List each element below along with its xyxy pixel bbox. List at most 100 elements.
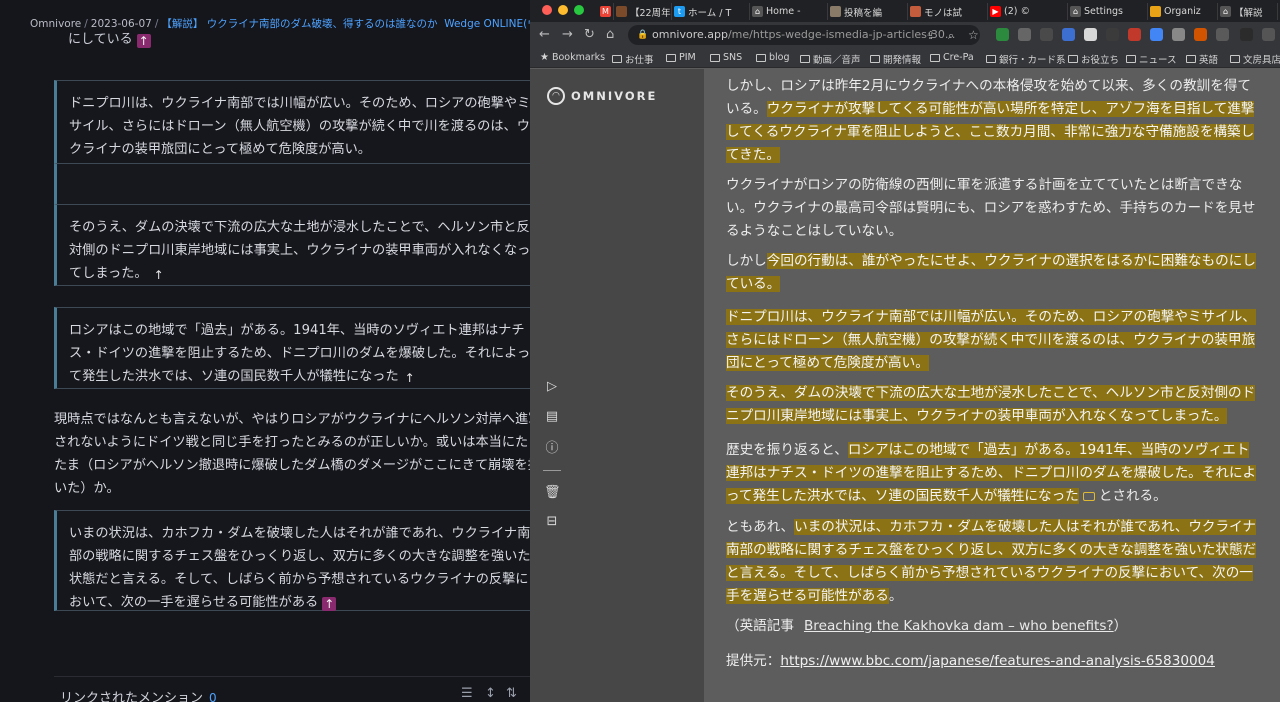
favicon [616,6,627,17]
back-icon[interactable]: ← [539,27,550,42]
trash-icon[interactable]: 🗑 [544,485,561,500]
quote-block[interactable]: ドニプロ川は、ウクライナ南部では川幅が広い。そのため、ロシアの砲撃やミサイル、さ… [54,80,530,164]
info-icon[interactable]: ⓘ [544,437,560,456]
browser-tab[interactable]: Organiz [1150,3,1218,20]
star-icon: ★ [540,52,549,63]
extension-icon[interactable] [1240,28,1253,41]
breadcrumb-title[interactable]: 【解説】 ウクライナ南部のダム破壊、得するのは誰なのか [161,18,437,30]
close-window-icon[interactable] [542,5,552,15]
backlink-icon[interactable]: ↑ [322,597,337,611]
folder-icon [756,53,766,62]
browser-tab[interactable]: 投稿を編 [830,3,908,20]
extension-icon[interactable] [1194,28,1207,41]
bookmark-folder[interactable]: お仕事 [612,52,654,66]
notebook-icon[interactable]: ▤ [544,409,560,424]
browser-toolbar: ← → ↻ ⌂ 🔒 omnivore.app/me/https-wedge-is… [530,22,1280,48]
bookmark-folder[interactable]: PIM [666,52,696,63]
omnivore-icon: ⌂ [1220,6,1231,17]
highlight[interactable]: そのうえ、ダムの決壊で下流の広大な土地が浸水したことで、ヘルソン市と反対側のドニ… [726,385,1256,424]
list-icon[interactable]: ☰ [461,686,473,701]
browser-tab[interactable]: M [600,3,614,20]
extension-icon[interactable] [1084,28,1097,41]
bookmark-folder[interactable]: 開発情報 [870,52,921,66]
label-icon[interactable]: ▷ [544,379,560,394]
folder-icon [1126,55,1136,63]
folder-icon [710,53,720,62]
maximize-window-icon[interactable] [574,5,584,15]
browser-tab[interactable]: ▶ (2) © [990,3,1068,20]
extension-icon[interactable] [1106,28,1119,41]
tab-label: Home - [766,6,801,17]
minimize-window-icon[interactable] [558,5,568,15]
note-editor-pane: Omnivore/2023-06-07/【解説】 ウクライナ南部のダム破壊、得す… [0,0,530,702]
expand-icon[interactable]: ↕ [485,686,496,701]
highlight[interactable]: いまの状況は、カホフカ・ダムを破壊した人はそれが誰であれ、ウクライナ南部の戦略に… [726,519,1257,604]
evernote-icon[interactable] [996,28,1009,41]
bookmark-folder[interactable]: 英語 [1186,52,1218,66]
note-icon[interactable] [1082,492,1095,501]
browser-tab[interactable]: モノは試 [910,3,988,20]
bookmark-item[interactable]: ★ Bookmarks [540,52,605,63]
omnivore-logo[interactable]: ◠ OMNIVORE [547,87,657,105]
twitter-icon: t [674,6,685,17]
folder-icon [612,55,622,63]
browser-tab[interactable]: ⌂ Home - [752,3,828,20]
avatar-icon [910,6,921,17]
backlink-icon[interactable]: ↑ [152,268,166,282]
english-article-line: （英語記事 Breaching the Kakhovka dam – who be… [726,618,1128,634]
bookmark-folder[interactable]: 銀行・カード系 [986,52,1066,66]
highlight[interactable]: ドニプロ川は、ウクライナ南部では川幅が広い。そのため、ロシアの砲撃やミサイル、さ… [726,309,1256,371]
highlight[interactable]: 今回の行動は、誰がやったにせよ、ウクライナの選択をはるかに困難なものにしている。 [726,253,1256,292]
extension-icon[interactable] [1018,28,1031,41]
browser-tab[interactable]: t ホーム / T [674,3,750,20]
article-paragraph: そのうえ、ダムの決壊で下流の広大な土地が浸水したことで、ヘルソン市と反対側のドニ… [726,382,1262,428]
extension-icon[interactable] [1216,28,1229,41]
bookmark-folder[interactable]: 動画／音声 [800,52,861,66]
extension-icon[interactable] [1172,28,1185,41]
extension-icon[interactable] [1040,28,1053,41]
reload-icon[interactable]: ↻ [584,27,595,42]
rail-divider [543,470,561,471]
sort-icon[interactable]: ⇅ [506,686,517,701]
backlink-icon[interactable]: ↑ [136,34,151,48]
bookmark-folder[interactable]: お役立ち [1068,52,1119,66]
profile-icon[interactable] [1262,28,1275,41]
article-paragraph: ウクライナがロシアの防衛線の西側に軍を派遣する計画を立てていたとは断言できない。… [726,177,1256,239]
browser-window: M 【22周年 t ホーム / T ⌂ Home - 投稿を編 モノは試 ▶ (2) © ⌂ Sett… [530,0,1280,702]
extension-icon[interactable] [1150,28,1163,41]
share-icon[interactable]: ⇪ [926,29,935,42]
browser-tab[interactable]: 【22周年 [616,3,672,20]
folder-icon [986,55,996,63]
linked-mentions-label[interactable]: リンクされたメンション 0 [60,687,217,702]
browser-tab[interactable]: ⌂ Settings [1070,3,1148,20]
forward-icon[interactable]: → [562,27,573,42]
highlight[interactable]: ウクライナが攻撃してくる可能性が高い場所を特定し、アゾフ海を目指して進撃してくる… [726,101,1255,163]
quote-block[interactable]: ロシアはこの地域で「過去」がある。1941年、当時のソヴィエト連邦はナチス・ドイ… [54,307,530,389]
bookmark-folder[interactable]: ニュース [1126,52,1177,66]
english-article-link[interactable]: Breaching the Kakhovka dam – who benefit… [804,618,1114,634]
bookmark-folder[interactable]: 文房具店 [1230,52,1280,66]
source-line: 提供元：https://www.bbc.com/japanese/feature… [726,653,1215,669]
browser-tab[interactable]: ⌂ 【解説 [1220,3,1278,20]
archive-icon[interactable]: ⊟ [544,514,560,529]
avatar-icon [830,6,841,17]
bookmark-folder[interactable]: blog [756,52,790,63]
quote-block[interactable]: そのうえ、ダムの決壊で下流の広大な土地が浸水したことで、ヘルソン市と反対側のドニ… [54,204,530,286]
zoom-icon[interactable]: ⌕ [948,29,954,43]
tab-label: 【22周年 [630,7,671,19]
bookmark-star-icon[interactable]: ☆ [968,28,979,42]
quote-block[interactable]: いまの状況は、カホフカ・ダムを破壊した人はそれが誰であれ、ウクライナ南部の戦略に… [54,510,530,611]
gmail-icon: M [600,6,611,17]
extension-icon[interactable] [1062,28,1075,41]
extension-icon[interactable] [1128,28,1141,41]
breadcrumb-source[interactable]: Wedge ONLINE(ウェッジ・オン [444,18,530,30]
backlink-icon[interactable]: ↑ [403,371,417,385]
home-icon[interactable]: ⌂ [606,27,614,42]
bookmark-folder[interactable]: Cre-Pa [930,52,974,63]
note-paragraph[interactable]: 現時点ではなんとも言えないが、やはりロシアがウクライナにヘルソン対岸へ進軍されな… [54,408,530,500]
previous-block-fragment[interactable]: にしている ↑ [68,28,151,48]
folder-icon [1230,55,1240,63]
source-link[interactable]: https://www.bbc.com/japanese/features-an… [780,653,1215,669]
bookmark-folder[interactable]: SNS [710,52,742,63]
quote-block-empty[interactable] [54,163,530,205]
